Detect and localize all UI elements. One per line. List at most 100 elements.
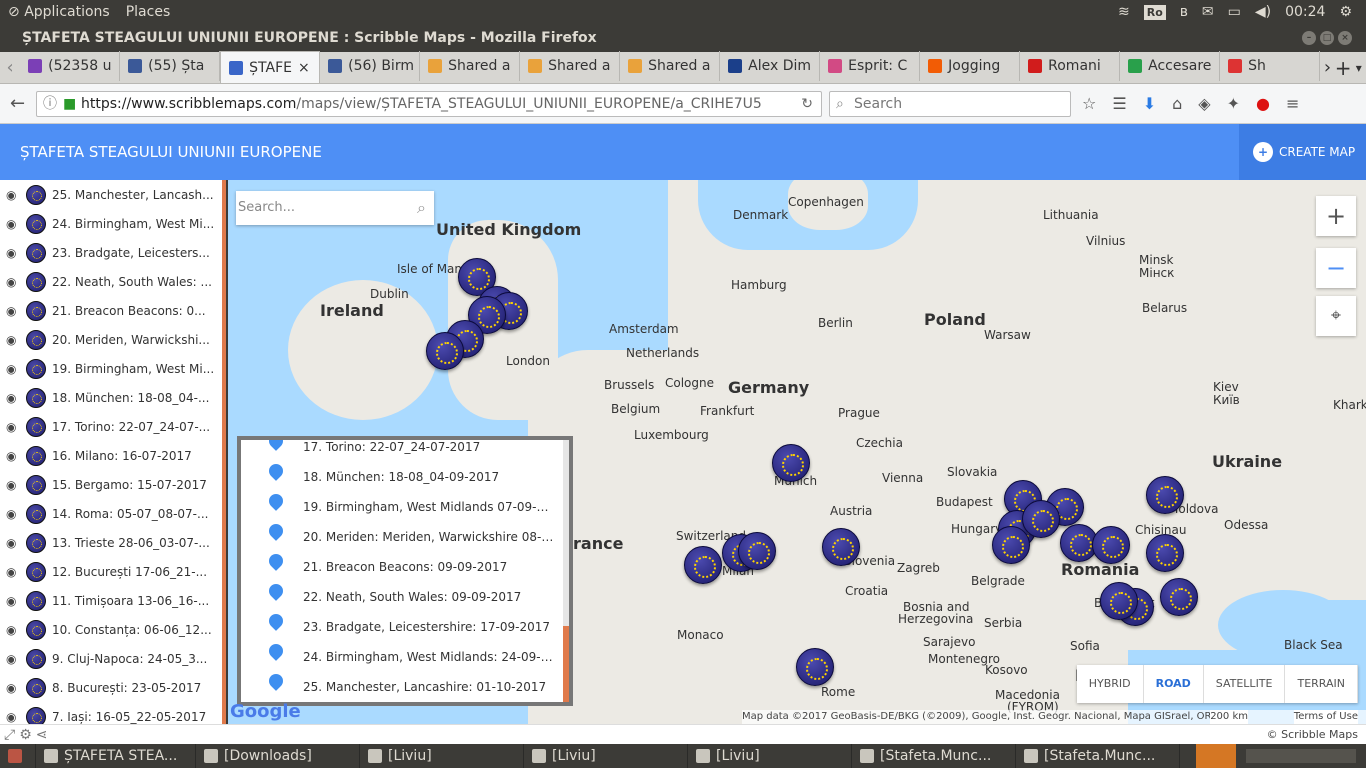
eu-flag-marker[interactable] [1146, 476, 1184, 514]
layer-list-item[interactable]: ◉ 10. Constanța: 06-06_12... [0, 615, 222, 644]
taskbar-window-button[interactable]: [Liviu] [688, 744, 852, 768]
taskbar-window-button[interactable]: [Downloads] [196, 744, 360, 768]
layer-list-item[interactable]: ◉ 8. București: 23-05-2017 [0, 673, 222, 702]
browser-tab[interactable]: Sh [1220, 51, 1321, 81]
places-menu[interactable]: Places [118, 4, 179, 20]
taskbar-window-button[interactable]: ȘTAFETA STEA... [36, 744, 196, 768]
browser-tab[interactable]: Esprit: C [820, 51, 921, 81]
layer-list-item[interactable]: ◉ 20. Meriden, Warwickshi... [0, 325, 222, 354]
eye-icon[interactable]: ◉ [6, 391, 20, 405]
keyboard-layout-indicator[interactable]: Ro [1143, 4, 1166, 20]
layer-list-item[interactable]: ◉ 15. Bergamo: 15-07-2017 [0, 470, 222, 499]
eye-icon[interactable]: ◉ [6, 217, 20, 231]
layer-list-item[interactable]: ◉ 16. Milano: 16-07-2017 [0, 441, 222, 470]
show-desktop-icon[interactable] [0, 744, 36, 768]
settings-gear-icon[interactable]: ⚙ [1339, 4, 1352, 20]
eye-icon[interactable]: ◉ [6, 623, 20, 637]
layer-list-item[interactable]: ◉ 25. Manchester, Lancash... [0, 180, 222, 209]
popup-scrollbar[interactable] [563, 440, 569, 702]
browser-tab[interactable]: Shared a [520, 51, 621, 81]
eye-icon[interactable]: ◉ [6, 449, 20, 463]
minimize-icon[interactable]: – [1302, 31, 1316, 45]
layer-list-item[interactable]: ◉ 12. București 17-06_21-... [0, 557, 222, 586]
locate-button[interactable]: ⌖ [1316, 296, 1356, 336]
extension-icon[interactable]: ✦ [1227, 94, 1240, 113]
popup-list-item[interactable]: 21. Breacon Beacons: 09-09-2017 [241, 551, 569, 582]
bluetooth-icon[interactable]: ʙ [1180, 4, 1188, 20]
popup-list-item[interactable]: 24. Birmingham, West Midlands: 24-09-201… [241, 641, 569, 672]
zoom-out-button[interactable]: − [1316, 248, 1356, 288]
clock[interactable]: 00:24 [1285, 4, 1325, 20]
eye-icon[interactable]: ◉ [6, 275, 20, 289]
browser-tab[interactable]: Alex Dim [720, 51, 821, 81]
taskbar-window-button[interactable]: [Liviu] [524, 744, 688, 768]
eye-icon[interactable]: ◉ [6, 333, 20, 347]
eye-icon[interactable]: ◉ [6, 304, 20, 318]
eye-icon[interactable]: ◉ [6, 594, 20, 608]
maximize-icon[interactable]: □ [1320, 31, 1334, 45]
eye-icon[interactable]: ◉ [6, 507, 20, 521]
download-icon[interactable]: ⬇ [1143, 94, 1156, 113]
layer-list-item[interactable]: ◉ 7. Iași: 16-05_22-05-2017 [0, 702, 222, 724]
map-canvas[interactable]: United Kingdom Isle of Man Dublin Ireland Lo… [228, 180, 1366, 724]
eye-icon[interactable]: ◉ [6, 246, 20, 260]
popup-list-item[interactable]: 25. Manchester, Lancashire: 01-10-2017 [241, 671, 569, 702]
map-search-input[interactable]: Search... ⌕ [236, 191, 434, 225]
eu-flag-marker[interactable] [426, 332, 464, 370]
info-icon[interactable]: ⓘ [43, 92, 57, 116]
browser-tab[interactable]: (56) Birm [320, 51, 421, 81]
eu-flag-marker[interactable] [822, 528, 860, 566]
marker-list-popup[interactable]: 17. Torino: 22-07_24-07-2017 18. München:… [237, 436, 573, 706]
eu-flag-marker[interactable] [738, 532, 776, 570]
mail-icon[interactable]: ✉ [1202, 4, 1214, 20]
terms-link[interactable]: Terms of Use [1293, 710, 1358, 724]
tab-list-icon[interactable]: ▾ [1351, 53, 1366, 83]
eye-icon[interactable]: ◉ [6, 710, 20, 724]
map-type-satellite-button[interactable]: SATELLITE [1204, 665, 1286, 703]
layer-list-item[interactable]: ◉ 14. Roma: 05-07_08-07-... [0, 499, 222, 528]
layer-list-item[interactable]: ◉ 19. Birmingham, West Mi... [0, 354, 222, 383]
tab-scroll-right-icon[interactable]: › [1320, 53, 1335, 83]
volume-icon[interactable]: ◀) [1255, 4, 1271, 20]
browser-tab[interactable]: (55) Șta [120, 51, 221, 81]
hamburger-menu-icon[interactable]: ≡ [1286, 94, 1299, 113]
battery-icon[interactable]: ▭ [1228, 4, 1241, 20]
zoom-in-button[interactable]: + [1316, 196, 1356, 236]
eu-flag-marker[interactable] [684, 546, 722, 584]
popup-list-item[interactable]: 22. Neath, South Wales: 09-09-2017 [241, 581, 569, 612]
applications-menu[interactable]: ⊘ Applications [0, 4, 118, 20]
popup-list-item[interactable]: 18. München: 18-08_04-09-2017 [241, 461, 569, 492]
adblock-icon[interactable]: ● [1256, 94, 1270, 113]
map-search-icon[interactable]: ⌕ [417, 191, 426, 225]
eu-flag-marker[interactable] [1100, 582, 1138, 620]
eye-icon[interactable]: ◉ [6, 478, 20, 492]
browser-tab[interactable]: Jogging [920, 51, 1021, 81]
wifi-icon[interactable]: ≋ [1118, 4, 1130, 20]
taskbar-window-button[interactable]: [Stafeta.Munc... [1016, 744, 1180, 768]
map-type-hybrid-button[interactable]: HYBRID [1077, 665, 1144, 703]
firefox-workspace-icon[interactable] [1196, 744, 1236, 768]
layer-list-item[interactable]: ◉ 11. Timișoara 13-06_16-... [0, 586, 222, 615]
workspace-switcher[interactable] [1246, 749, 1356, 763]
tab-scroll-left-icon[interactable]: ‹ [0, 53, 20, 83]
tab-close-icon[interactable]: × [298, 60, 310, 76]
browser-tab[interactable]: Shared a [620, 51, 721, 81]
browser-tab[interactable]: Romani [1020, 51, 1121, 81]
eu-flag-marker[interactable] [1146, 534, 1184, 572]
eu-flag-marker[interactable] [796, 648, 834, 686]
reload-icon[interactable]: ↻ [801, 92, 813, 116]
popup-list-item[interactable]: 20. Meriden: Meriden, Warwickshire 08-09… [241, 521, 569, 552]
reading-list-icon[interactable]: ☰ [1112, 94, 1126, 113]
eye-icon[interactable]: ◉ [6, 565, 20, 579]
map-type-road-button[interactable]: ROAD [1144, 665, 1204, 703]
eu-flag-marker[interactable] [772, 444, 810, 482]
layer-list-item[interactable]: ◉ 22. Neath, South Wales: ... [0, 267, 222, 296]
layer-list-item[interactable]: ◉ 21. Breacon Beacons: 0... [0, 296, 222, 325]
pocket-icon[interactable]: ◈ [1198, 94, 1210, 113]
popup-list-item[interactable]: 23. Bradgate, Leicestershire: 17-09-2017 [241, 611, 569, 642]
url-bar[interactable]: ⓘ ■ https://www.scribblemaps.com/maps/vi… [36, 91, 822, 117]
popup-list-item[interactable]: 17. Torino: 22-07_24-07-2017 [241, 440, 569, 462]
back-icon[interactable]: ← [10, 93, 25, 114]
browser-tab[interactable]: Accesare [1120, 51, 1221, 81]
layer-list-item[interactable]: ◉ 13. Trieste 28-06_03-07-... [0, 528, 222, 557]
